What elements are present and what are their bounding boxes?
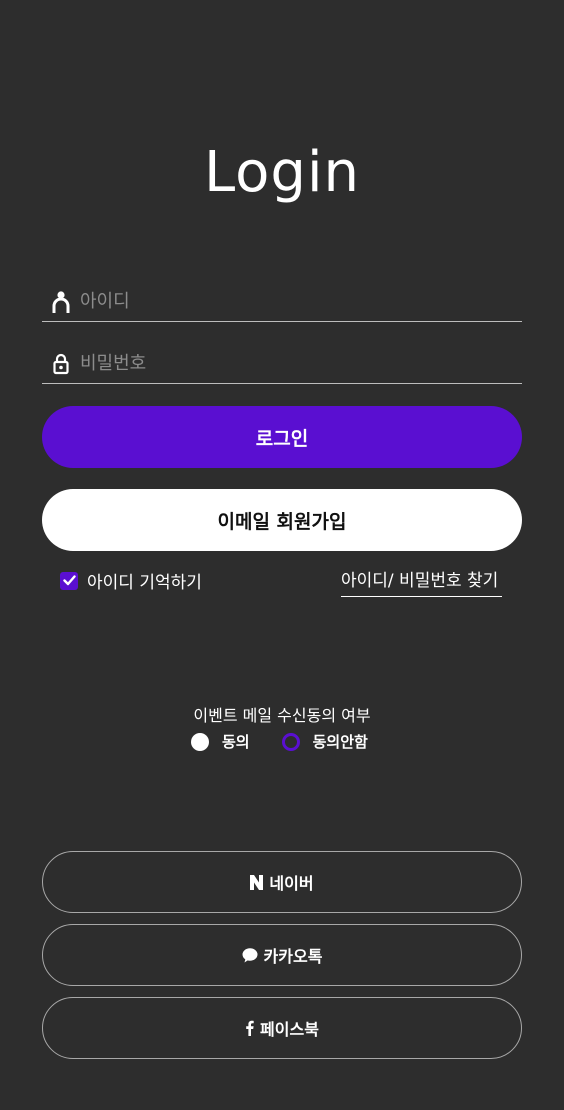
facebook-icon (245, 1020, 254, 1036)
naver-login-button[interactable]: 네이버 (42, 851, 522, 913)
speech-bubble-icon (242, 947, 258, 963)
check-icon (62, 575, 76, 586)
password-input[interactable] (80, 344, 522, 383)
remember-label: 아이디 기억하기 (87, 573, 202, 593)
naver-icon (250, 874, 264, 890)
consent-agree-label: 동의 (222, 733, 250, 751)
find-account-link[interactable]: 아이디/ 비밀번호 찾기 (341, 566, 502, 597)
id-field[interactable] (42, 282, 522, 322)
login-button[interactable]: 로그인 (42, 406, 522, 468)
kakao-label: 카카오톡 (263, 947, 323, 966)
kakao-login-button[interactable]: 카카오톡 (42, 924, 522, 986)
id-input[interactable] (80, 282, 522, 321)
remember-checkbox[interactable] (60, 571, 78, 590)
facebook-login-button[interactable]: 페이스북 (42, 997, 522, 1059)
remember-id-option[interactable]: 아이디 기억하기 (60, 568, 202, 593)
lock-icon (48, 351, 74, 377)
password-field[interactable] (42, 344, 522, 384)
consent-agree-option[interactable]: 동의 (191, 731, 250, 752)
consent-agree-radio[interactable] (191, 732, 209, 751)
user-icon (48, 289, 74, 315)
facebook-label: 페이스북 (260, 1020, 319, 1039)
naver-label: 네이버 (269, 874, 314, 893)
page-title: Login (203, 140, 361, 205)
consent-radio-group: 동의 동의안함 (191, 731, 368, 752)
consent-disagree-label: 동의안함 (312, 733, 368, 751)
email-signup-button[interactable]: 이메일 회원가입 (42, 489, 522, 551)
consent-title: 이벤트 메일 수신동의 여부 (193, 706, 371, 725)
consent-disagree-radio[interactable] (281, 732, 300, 751)
consent-disagree-option[interactable]: 동의안함 (281, 731, 368, 752)
